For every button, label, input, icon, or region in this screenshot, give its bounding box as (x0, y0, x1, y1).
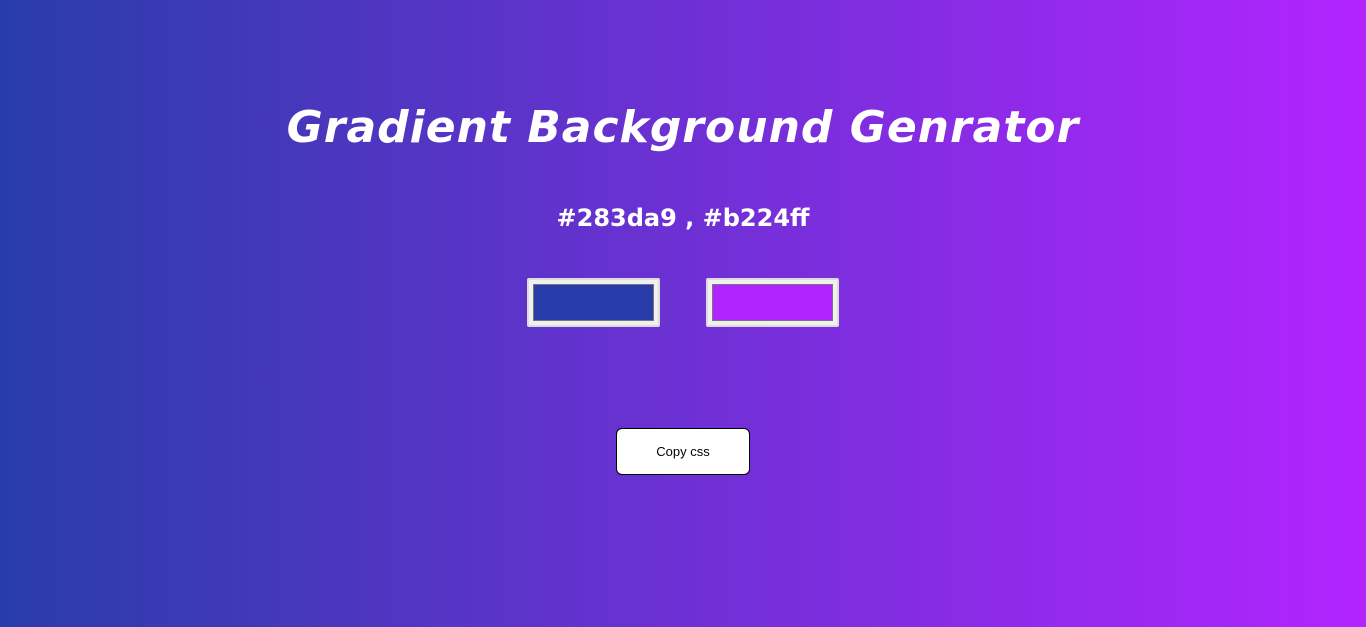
gradient-background: { "title": "Gradient Background Genrator… (0, 0, 1366, 627)
color-picker-end[interactable] (706, 278, 839, 327)
color-picker-start[interactable] (527, 278, 660, 327)
copy-css-button[interactable]: Copy css (616, 428, 750, 475)
page-title: Gradient Background Genrator (286, 102, 1080, 153)
color-readout: #283da9 , #b224ff (556, 204, 810, 232)
color-swatch-end (712, 284, 833, 321)
color-swatch-start (533, 284, 654, 321)
